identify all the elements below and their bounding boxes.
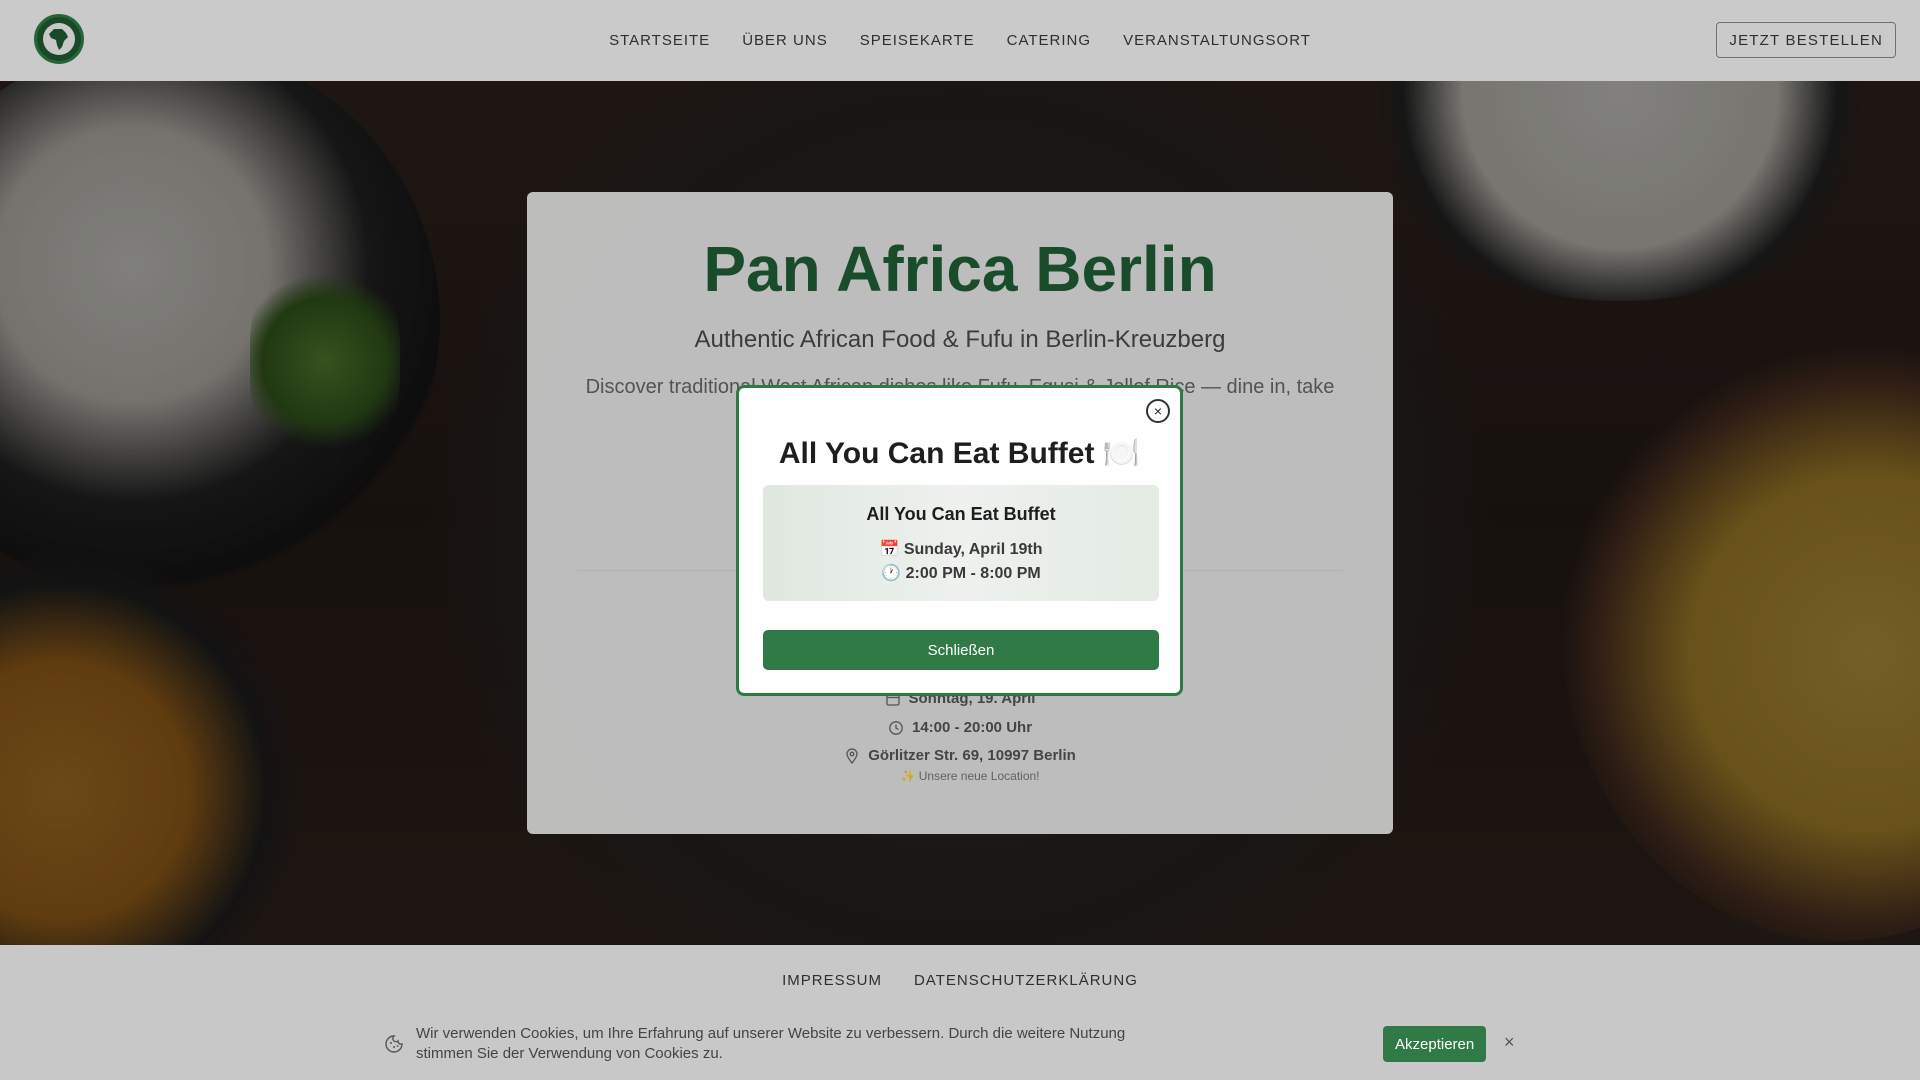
event-modal: × All You Can Eat Buffet 🍽️ All You Can … — [736, 385, 1183, 696]
cookie-icon — [385, 1035, 403, 1053]
cookie-accept-button[interactable]: Akzeptieren — [1383, 1026, 1487, 1062]
cookie-text: Wir verwenden Cookies, um Ihre Erfahrung… — [416, 1025, 1126, 1062]
event-box-time: 🕐 2:00 PM - 8:00 PM — [881, 565, 1041, 582]
cookie-banner: Wir verwenden Cookies, um Ihre Erfahrung… — [380, 1012, 1540, 1072]
event-box-title: All You Can Eat Buffet — [866, 504, 1056, 524]
modal-title: All You Can Eat Buffet 🍽️ — [778, 437, 1141, 470]
cookie-close-icon[interactable]: × — [1504, 1032, 1515, 1053]
modal-close-button[interactable]: Schließen — [763, 630, 1159, 670]
close-icon[interactable]: × — [1146, 399, 1170, 423]
event-details-box: All You Can Eat Buffet 📅 Sunday, April 1… — [763, 485, 1159, 601]
event-box-date: 📅 Sunday, April 19th — [879, 541, 1043, 558]
